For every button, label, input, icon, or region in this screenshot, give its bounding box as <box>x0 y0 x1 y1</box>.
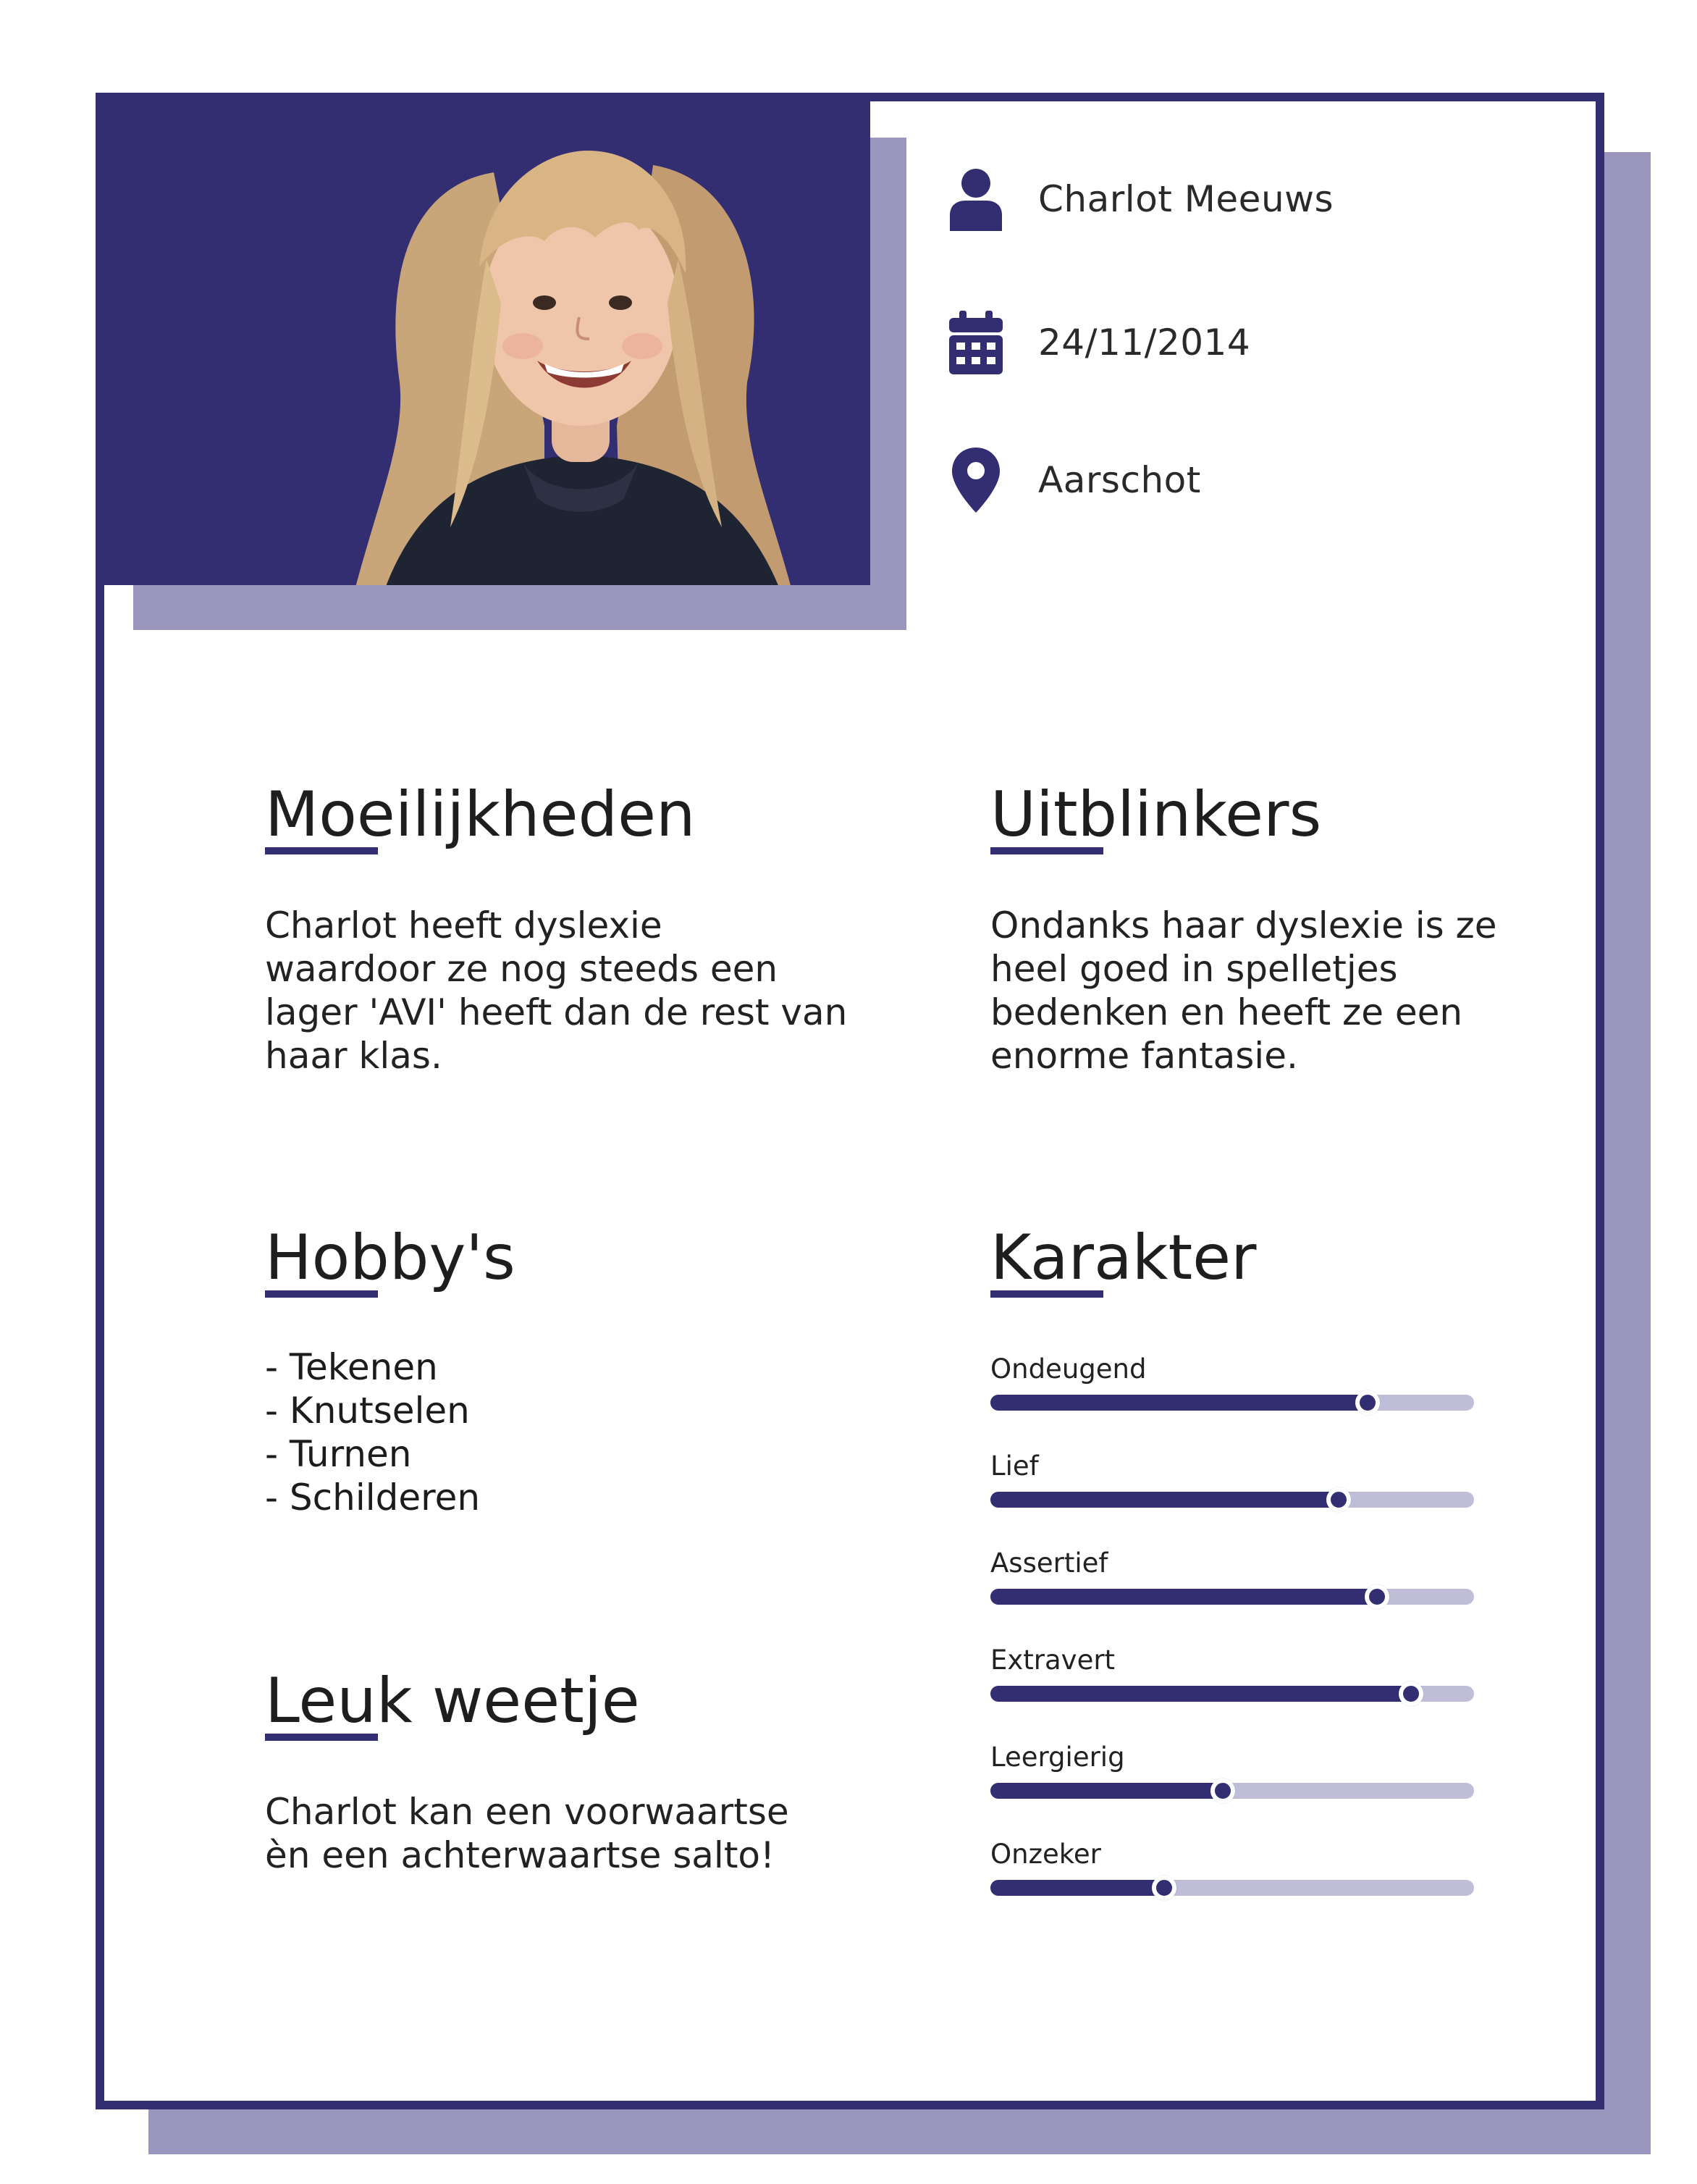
weetje-title: Leuk weetje <box>265 1665 640 1737</box>
trait-onzeker: Onzeker <box>990 1839 1474 1900</box>
location-row: Aarschot <box>948 448 1201 513</box>
moeilijkheden-line: haar klas. <box>265 1035 442 1077</box>
trait-assertief: Assertief <box>990 1547 1474 1609</box>
uitblinkers-line: Ondanks haar dyslexie is ze <box>990 904 1497 946</box>
hobbys-title: Hobby's <box>265 1222 515 1294</box>
moeilijkheden-line: lager 'AVI' heeft dan de rest van <box>265 991 848 1033</box>
profile-location: Aarschot <box>1038 459 1201 501</box>
trait-label: Onzeker <box>990 1839 1101 1870</box>
trait-slider-track <box>990 1487 1474 1512</box>
hobbys-underline <box>265 1290 378 1298</box>
trait-lief: Lief <box>990 1450 1474 1512</box>
birthdate-row: 24/11/2014 <box>948 310 1250 375</box>
trait-slider-track <box>990 1584 1474 1609</box>
weetje-line: èn een achterwaartse salto! <box>265 1834 775 1876</box>
trait-slider-fill <box>990 1492 1339 1508</box>
trait-label: Ondeugend <box>990 1353 1147 1385</box>
trait-ondeugend: Ondeugend <box>990 1353 1474 1415</box>
hobbys-list: - Tekenen - Knutselen - Turnen - Schilde… <box>265 1345 480 1519</box>
map-pin-icon <box>948 448 1003 513</box>
karakter-title: Karakter <box>990 1222 1257 1294</box>
weetje-text: Charlot kan een voorwaartse èn een achte… <box>265 1790 789 1877</box>
weetje-line: Charlot kan een voorwaartse <box>265 1791 789 1833</box>
trait-slider-fill <box>990 1589 1378 1605</box>
uitblinkers-title: Uitblinkers <box>990 778 1322 851</box>
uitblinkers-line: bedenken en heeft ze een <box>990 991 1463 1033</box>
moeilijkheden-line: Charlot heeft dyslexie <box>265 904 662 946</box>
moeilijkheden-text: Charlot heeft dyslexie waardoor ze nog s… <box>265 904 847 1078</box>
uitblinkers-text: Ondanks haar dyslexie is ze heel goed in… <box>990 904 1497 1078</box>
trait-slider-fill <box>990 1395 1368 1411</box>
trait-slider-track <box>990 1390 1474 1415</box>
trait-label: Extravert <box>990 1645 1116 1676</box>
moeilijkheden-title: Moeilijkheden <box>265 778 696 851</box>
profile-name: Charlot Meeuws <box>1038 178 1334 220</box>
moeilijkheden-line: waardoor ze nog steeds een <box>265 948 778 990</box>
user-icon <box>948 167 1003 232</box>
moeilijkheden-underline <box>265 847 378 854</box>
list-item: - Tekenen <box>265 1346 438 1388</box>
weetje-underline <box>265 1734 378 1741</box>
trait-slider-knob <box>1210 1778 1235 1803</box>
trait-slider-knob <box>1355 1390 1381 1415</box>
list-item: - Knutselen <box>265 1390 470 1432</box>
trait-slider-knob <box>1399 1681 1424 1706</box>
trait-slider-track <box>990 1681 1474 1706</box>
name-row: Charlot Meeuws <box>948 167 1334 232</box>
photo-block <box>96 93 870 585</box>
trait-slider-track <box>990 1778 1474 1803</box>
trait-leergierig: Leergierig <box>990 1742 1474 1803</box>
trait-slider-fill <box>990 1686 1412 1702</box>
trait-label: Lief <box>990 1450 1039 1482</box>
uitblinkers-line: heel goed in spelletjes <box>990 948 1398 990</box>
uitblinkers-underline <box>990 847 1103 854</box>
calendar-icon <box>948 310 1003 375</box>
portrait-photo <box>355 151 791 585</box>
trait-slider-knob <box>1326 1487 1351 1512</box>
trait-label: Assertief <box>990 1547 1108 1579</box>
list-item: - Schilderen <box>265 1477 481 1519</box>
trait-extravert: Extravert <box>990 1645 1474 1706</box>
karakter-underline <box>990 1290 1103 1298</box>
uitblinkers-line: enorme fantasie. <box>990 1035 1298 1077</box>
profile-birthdate: 24/11/2014 <box>1038 322 1251 364</box>
trait-slider-fill <box>990 1783 1223 1799</box>
trait-label: Leergierig <box>990 1742 1125 1773</box>
trait-slider-track <box>990 1876 1474 1900</box>
trait-slider-fill <box>990 1880 1165 1896</box>
list-item: - Turnen <box>265 1433 412 1475</box>
